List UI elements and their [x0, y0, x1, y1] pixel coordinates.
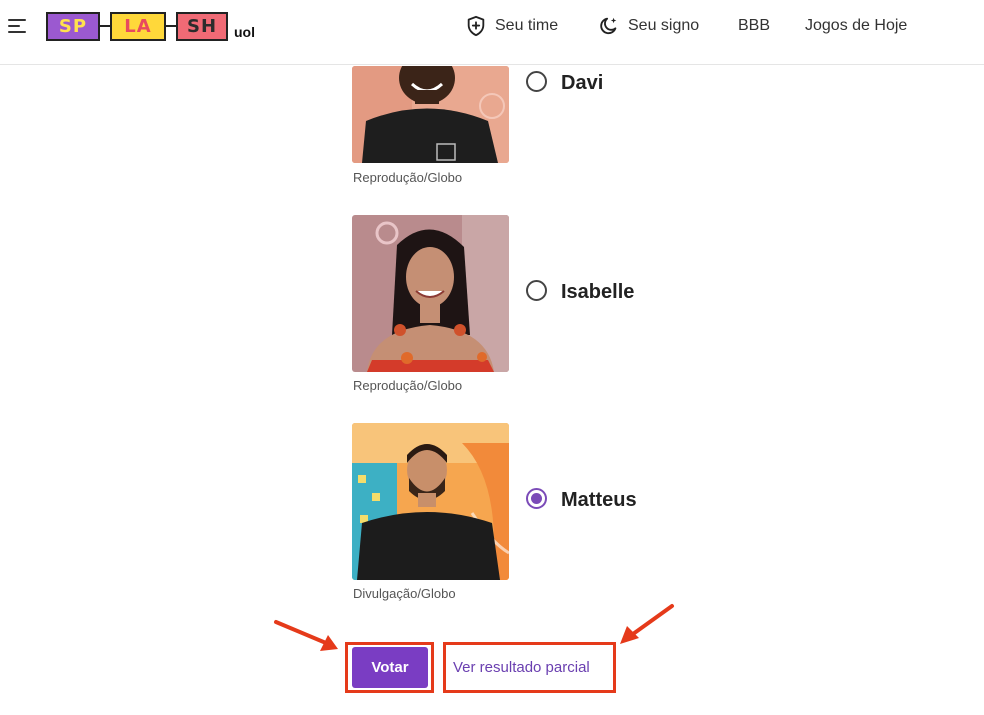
- radio-isabelle[interactable]: [526, 280, 547, 301]
- nav-label: Seu signo: [628, 17, 700, 34]
- nav-label: Seu time: [495, 17, 559, 34]
- arrow-annotation-right: [620, 604, 674, 644]
- photo-credit: Reprodução/Globo: [353, 170, 463, 185]
- nav-jogos-de-hoje[interactable]: Jogos de Hoje: [805, 14, 907, 38]
- site-header: SP LA SH uol Seu time Seu signo BBB Jogo…: [0, 0, 984, 65]
- vote-button[interactable]: Votar: [352, 647, 428, 688]
- arrow-annotation-left: [274, 620, 338, 651]
- nav-label: BBB: [738, 17, 771, 34]
- photo-credit: Reprodução/Globo: [353, 378, 463, 393]
- candidate-name-matteus[interactable]: Matteus: [561, 489, 637, 512]
- logo-suffix: uol: [234, 24, 255, 40]
- logo-tile-sp: SP: [46, 11, 100, 41]
- partial-result-link[interactable]: Ver resultado parcial: [453, 659, 590, 676]
- menu-icon[interactable]: [8, 17, 28, 35]
- nav-label: Jogos de Hoje: [805, 17, 908, 34]
- radio-davi[interactable]: [526, 71, 547, 92]
- candidate-name-isabelle[interactable]: Isabelle: [561, 281, 634, 304]
- candidate-name-davi[interactable]: Davi: [561, 72, 603, 95]
- candidate-photo-davi: [352, 66, 509, 163]
- nav-bbb[interactable]: BBB: [738, 14, 770, 38]
- candidate-photo-isabelle: [352, 215, 509, 372]
- splash-uol-logo[interactable]: SP LA SH uol: [46, 11, 255, 41]
- logo-tile-sh: SH: [176, 11, 228, 41]
- moon-star-icon: [600, 17, 617, 35]
- nav-seu-time[interactable]: Seu time: [465, 14, 558, 38]
- photo-credit: Divulgação/Globo: [353, 586, 456, 601]
- radio-matteus[interactable]: [526, 488, 547, 509]
- shield-plus-icon: [467, 15, 485, 37]
- candidate-photo-matteus: [352, 423, 509, 580]
- nav-seu-signo[interactable]: Seu signo: [598, 14, 699, 38]
- logo-tile-la: LA: [110, 11, 166, 41]
